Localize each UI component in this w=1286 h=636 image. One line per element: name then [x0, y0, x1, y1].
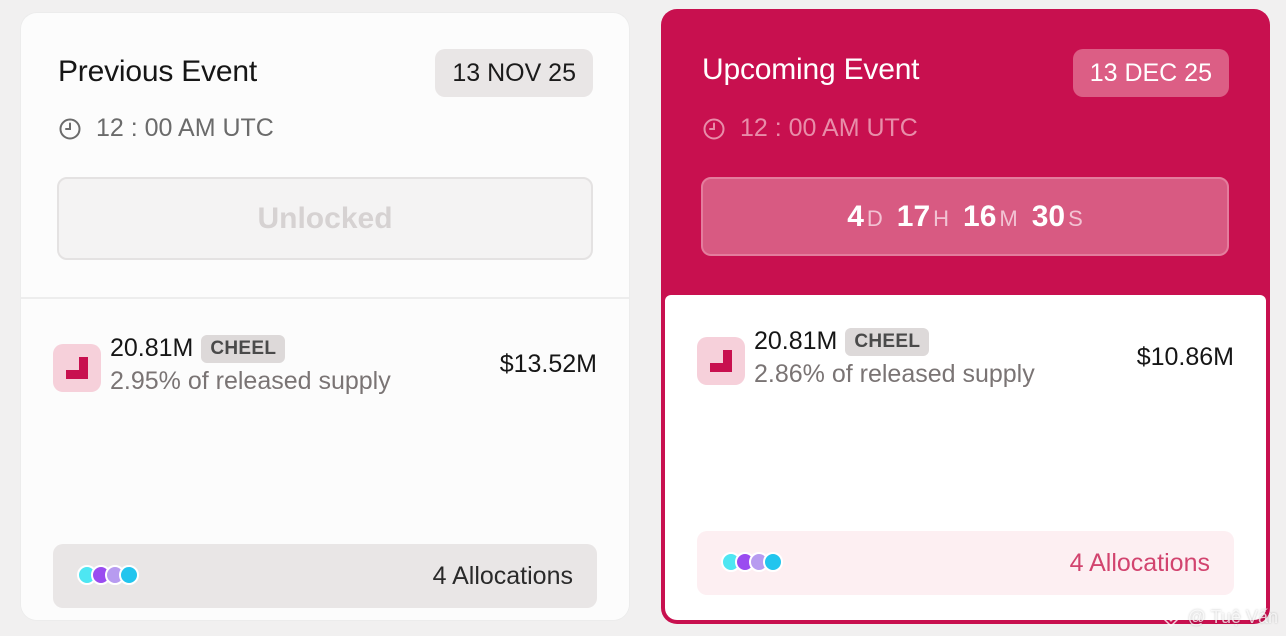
previous-event-time: 12 : 00 AM UTC	[58, 114, 274, 143]
token-info: 20.81M CHEEL 2.86% of released supply	[754, 327, 1035, 389]
countdown-minutes: 16 M	[963, 200, 1018, 234]
upcoming-event-body: 20.81M CHEEL 2.86% of released supply $1…	[665, 295, 1266, 620]
watermark-text: @ Tuệ Vấn	[1187, 606, 1278, 627]
allocation-dot	[119, 565, 139, 585]
token-row[interactable]: 20.81M CHEEL 2.95% of released supply $1…	[53, 334, 597, 402]
previous-event-card[interactable]: Previous Event 13 NOV 25 12 : 00 AM UTC …	[21, 13, 629, 620]
allocation-avatars	[77, 565, 147, 587]
countdown-minutes-unit: M	[999, 205, 1018, 231]
countdown-hours-unit: H	[933, 205, 950, 231]
clock-icon	[59, 118, 81, 139]
upcoming-event-time: 12 : 00 AM UTC	[702, 114, 918, 143]
allocations-button[interactable]: 4 Allocations	[697, 531, 1234, 595]
allocations-label: 4 Allocations	[432, 561, 573, 590]
token-logo-icon	[697, 337, 745, 385]
previous-event-body: 20.81M CHEEL 2.95% of released supply $1…	[21, 300, 629, 620]
unlocked-status-button: Unlocked	[57, 177, 593, 260]
token-row[interactable]: 20.81M CHEEL 2.86% of released supply $1…	[697, 327, 1234, 395]
upcoming-event-header: Upcoming Event 13 DEC 25 12 : 00 AM UTC …	[661, 9, 1270, 294]
token-info: 20.81M CHEEL 2.95% of released supply	[110, 334, 391, 396]
upcoming-event-time-text: 12 : 00 AM UTC	[740, 114, 918, 142]
watermark: @ Tuệ Vấn	[1160, 606, 1278, 628]
countdown-days-value: 4	[847, 199, 864, 233]
countdown-days: 4 D	[847, 200, 883, 234]
countdown-seconds-unit: S	[1068, 205, 1083, 231]
token-value: $13.52M	[499, 350, 597, 378]
allocation-dot	[763, 552, 783, 572]
upcoming-event-card[interactable]: Upcoming Event 13 DEC 25 12 : 00 AM UTC …	[661, 9, 1270, 624]
allocations-label: 4 Allocations	[1069, 548, 1210, 577]
clock-icon	[703, 118, 725, 139]
allocation-avatars	[721, 552, 791, 574]
countdown-seconds-value: 30	[1031, 199, 1066, 233]
allocations-button[interactable]: 4 Allocations	[53, 544, 597, 608]
previous-event-title: Previous Event	[58, 55, 257, 88]
token-logo-icon	[53, 344, 101, 392]
previous-event-time-text: 12 : 00 AM UTC	[96, 114, 274, 142]
token-ticker-badge: CHEEL	[201, 334, 286, 363]
previous-event-header: Previous Event 13 NOV 25 12 : 00 AM UTC …	[21, 13, 629, 299]
countdown-hours-value: 17	[896, 199, 931, 233]
supply-percentage: 2.95% of released supply	[110, 367, 391, 395]
countdown-seconds: 30 S	[1032, 200, 1083, 234]
upcoming-event-date-badge: 13 DEC 25	[1072, 49, 1229, 97]
countdown-timer: 4 D 17 H 16 M 30 S	[701, 177, 1229, 256]
previous-event-date-badge: 13 NOV 25	[435, 49, 593, 97]
upcoming-event-title: Upcoming Event	[702, 53, 920, 86]
token-value: $10.86M	[1136, 343, 1234, 371]
token-amount: 20.81M	[754, 327, 838, 355]
countdown-minutes-value: 16	[963, 199, 997, 233]
countdown-hours: 17 H	[897, 200, 949, 234]
diamond-logo-icon	[1160, 606, 1181, 628]
countdown-days-unit: D	[866, 205, 883, 231]
token-amount: 20.81M	[110, 334, 194, 362]
token-ticker-badge: CHEEL	[845, 327, 930, 356]
supply-percentage: 2.86% of released supply	[754, 360, 1035, 388]
